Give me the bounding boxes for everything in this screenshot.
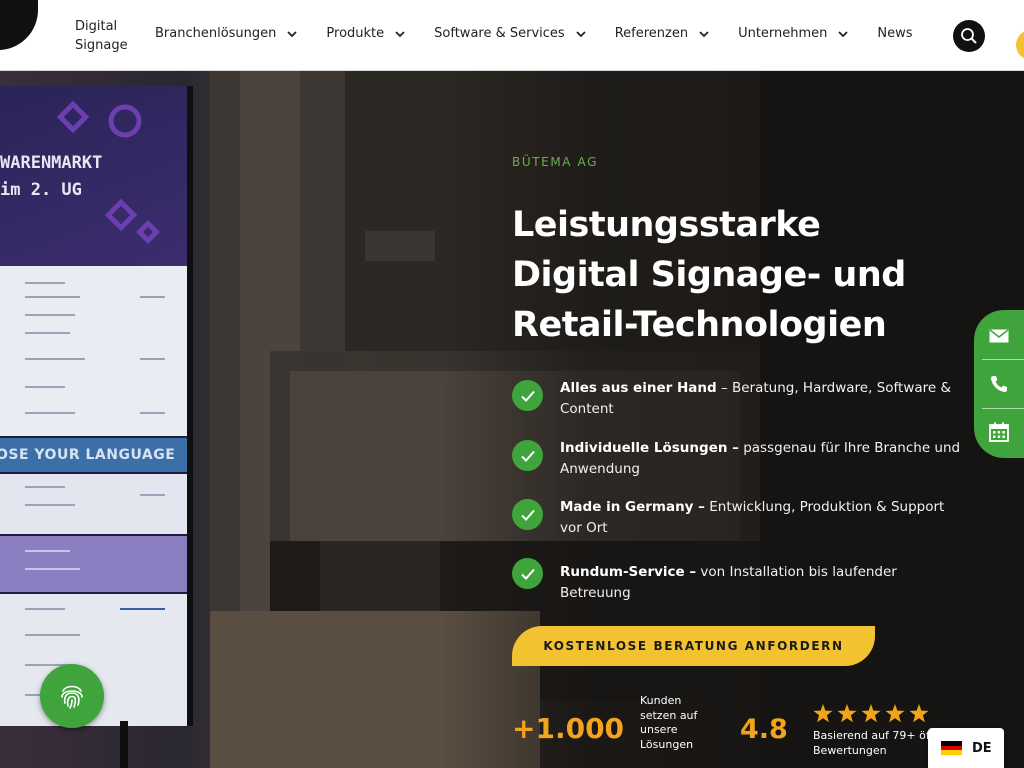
nav-brand-line2: Signage <box>75 38 128 53</box>
kiosk-directory-list <box>0 536 187 592</box>
rating-stars <box>813 704 933 723</box>
nav-label: News <box>877 26 913 41</box>
kiosk-title: WARENMARKT im 2. UG <box>0 153 103 200</box>
nav-label: Referenzen <box>614 26 689 41</box>
phone-tab[interactable] <box>974 360 1024 408</box>
contact-side-tabs <box>974 310 1024 458</box>
kiosk-display: WARENMARKT im 2. UG OSE YOUR LANGUAGE <box>0 71 210 768</box>
customer-count: +1.000 <box>512 712 625 745</box>
feature-text: Individuelle Lösungen – passgenau für Ih… <box>560 438 965 480</box>
feature-item: Individuelle Lösungen – passgenau für Ih… <box>512 438 965 480</box>
kiosk-directory-list <box>0 266 187 436</box>
kiosk-language-banner: OSE YOUR LANGUAGE <box>0 438 187 472</box>
calendar-tab[interactable] <box>974 408 1024 456</box>
language-code: DE <box>972 740 992 756</box>
phone-icon <box>991 376 1007 392</box>
calendar-icon <box>989 422 1009 442</box>
cta-button[interactable]: KOSTENLOSE BERATUNG ANFORDERN <box>512 626 875 666</box>
nav-label: Branchenlösungen <box>155 26 277 41</box>
star-icon <box>885 704 905 723</box>
nav-item-produkte[interactable]: Produkte <box>326 26 406 41</box>
chevron-down-icon <box>395 30 405 37</box>
hero-eyebrow: BÜTEMA AG <box>512 155 599 169</box>
chevron-down-icon <box>838 30 849 37</box>
nav-item-news[interactable]: News <box>877 26 912 41</box>
check-icon <box>512 440 543 471</box>
star-icon <box>837 704 857 723</box>
rating-value: 4.8 <box>740 714 788 745</box>
chevron-down-icon <box>576 30 586 37</box>
email-tab[interactable] <box>974 312 1024 360</box>
feature-item: Alles aus einer Hand – Beratung, Hardwar… <box>512 378 965 420</box>
nav-label: Unternehmen <box>738 26 828 41</box>
kiosk-stand <box>120 721 128 768</box>
chevron-down-icon <box>699 30 709 37</box>
check-icon <box>512 380 543 411</box>
kiosk-directory-list <box>0 474 187 534</box>
decorative-yellow-shape <box>1016 30 1024 60</box>
customer-count-caption: Kunden setzen auf unsere Lösungen <box>640 694 698 751</box>
nav-brand-line1: Digital <box>75 19 118 34</box>
kiosk-screen: WARENMARKT im 2. UG OSE YOUR LANGUAGE <box>0 86 193 726</box>
rating-caption: Basierend auf 79+ öff Bewertungen <box>813 728 933 758</box>
rating-caption-line: Basierend auf 79+ öff <box>813 729 933 742</box>
nav-label: Produkte <box>326 26 385 41</box>
search-button[interactable] <box>953 20 985 52</box>
search-icon <box>961 28 977 44</box>
privacy-settings-button[interactable] <box>40 664 104 728</box>
feature-strong: Made in Germany – <box>560 499 705 515</box>
nav-item-referenzen[interactable]: Referenzen <box>615 26 710 41</box>
feature-text: Made in Germany – Entwicklung, Produktio… <box>560 497 965 539</box>
feature-text: Rundum-Service – von Installation bis la… <box>560 562 965 604</box>
check-icon <box>512 558 543 589</box>
germany-flag-icon <box>941 741 962 756</box>
nav-item-branchenloesungen[interactable]: Branchenlösungen <box>155 26 298 41</box>
feature-strong: Rundum-Service – <box>560 564 697 580</box>
nav-label: Software & Services <box>434 26 565 41</box>
headline-line: Retail-Technologien <box>512 305 887 345</box>
feature-strong: Alles aus einer Hand <box>560 380 717 396</box>
logo[interactable] <box>0 0 38 50</box>
language-switcher[interactable]: DE <box>928 728 1004 768</box>
star-icon <box>813 704 833 723</box>
main-nav: Branchenlösungen Produkte Software & Ser… <box>155 26 913 41</box>
check-icon <box>512 499 543 530</box>
nav-item-unternehmen[interactable]: Unternehmen <box>738 26 849 41</box>
site-header: Digital Signage Branchenlösungen Produkt… <box>0 0 1024 71</box>
envelope-icon <box>989 329 1009 343</box>
kiosk-header-panel: WARENMARKT im 2. UG <box>0 86 187 266</box>
headline-line: Digital Signage- und <box>512 255 906 295</box>
fingerprint-icon <box>61 685 83 709</box>
star-icon <box>909 704 929 723</box>
nav-item-software-services[interactable]: Software & Services <box>434 26 587 41</box>
rating-caption-line: Bewertungen <box>813 744 887 757</box>
kiosk-language-text: OSE YOUR LANGUAGE <box>0 447 176 463</box>
chevron-down-icon <box>287 30 298 37</box>
hero-headline: Leistungsstarke Digital Signage- und Ret… <box>512 200 962 350</box>
headline-line: Leistungsstarke <box>512 205 821 245</box>
star-icon <box>861 704 881 723</box>
feature-item: Made in Germany – Entwicklung, Produktio… <box>512 497 965 539</box>
feature-item: Rundum-Service – von Installation bis la… <box>512 556 965 604</box>
nav-item-digital-signage[interactable]: Digital Signage <box>75 17 145 55</box>
feature-strong: Individuelle Lösungen – <box>560 440 739 456</box>
feature-text: Alles aus einer Hand – Beratung, Hardwar… <box>560 378 965 420</box>
